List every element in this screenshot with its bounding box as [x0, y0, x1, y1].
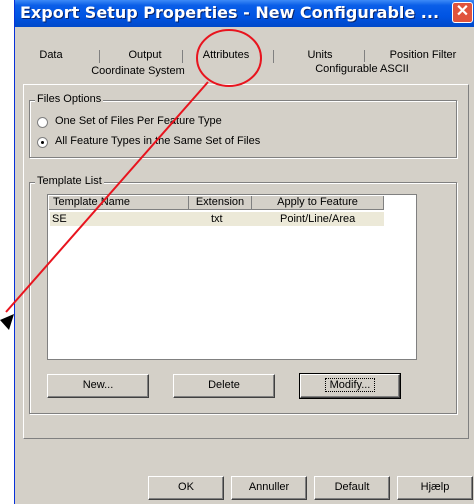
cancel-button-label: Annuller — [248, 481, 290, 493]
tab-attributes[interactable]: Attributes — [191, 48, 261, 64]
tab-label: Data — [39, 49, 63, 61]
modify-button-label: Modify... — [324, 378, 376, 392]
tab-row-2: Coordinate System Configurable ASCII — [15, 62, 474, 80]
delete-button[interactable]: Delete — [173, 374, 275, 398]
cancel-button[interactable]: Annuller — [231, 476, 307, 500]
tab-divider — [99, 50, 100, 63]
tab-data[interactable]: Data — [25, 48, 77, 64]
close-icon: ✕ — [455, 3, 470, 20]
ok-button-label: OK — [178, 481, 194, 493]
ok-button[interactable]: OK — [148, 476, 224, 500]
tab-output[interactable]: Output — [105, 48, 185, 64]
template-list-title: Template List — [35, 175, 104, 187]
radio-all-in-same-set[interactable] — [37, 137, 48, 148]
column-header-template-name[interactable]: Template Name — [49, 196, 189, 210]
tab-configurable-ascii[interactable]: Configurable ASCII — [297, 62, 427, 80]
column-header-extension[interactable]: Extension — [189, 196, 252, 210]
files-options-group — [29, 100, 457, 158]
cell-apply-to-feature: Point/Line/Area — [280, 213, 356, 225]
column-label: Template Name — [53, 196, 131, 208]
cell-extension: txt — [211, 213, 223, 225]
radio-one-set-per-type[interactable] — [37, 117, 48, 128]
tab-label: Configurable ASCII — [315, 63, 409, 75]
tab-label: Attributes — [202, 49, 250, 61]
new-button[interactable]: New... — [47, 374, 149, 398]
tab-label: Units — [307, 49, 333, 61]
close-button[interactable]: ✕ — [452, 2, 473, 23]
default-button-label: Default — [334, 481, 370, 493]
window-title: Export Setup Properties - New Configurab… — [20, 3, 440, 22]
column-header-apply-to-feature[interactable]: Apply to Feature — [252, 196, 384, 210]
cell-template-name: SE — [52, 213, 67, 225]
files-options-title: Files Options — [35, 93, 104, 105]
title-bar[interactable]: Export Setup Properties - New Configurab… — [15, 0, 474, 27]
tab-label: Output — [128, 49, 162, 61]
annotation-arrowhead — [0, 314, 14, 330]
tab-label: Coordinate System — [91, 65, 185, 77]
tab-divider — [273, 50, 274, 63]
template-listview[interactable]: Template Name Extension Apply to Feature… — [47, 194, 417, 360]
default-button[interactable]: Default — [314, 476, 390, 500]
radio-label-all-types[interactable]: All Feature Types in the Same Set of Fil… — [55, 135, 260, 147]
delete-button-label: Delete — [208, 379, 240, 391]
tab-coordinate-system[interactable]: Coordinate System — [73, 64, 203, 80]
help-button[interactable]: Hjælp — [397, 476, 473, 500]
radio-label-one-set[interactable]: One Set of Files Per Feature Type — [55, 115, 222, 127]
dialog-window: Export Setup Properties - New Configurab… — [14, 0, 474, 504]
new-button-label: New... — [82, 379, 114, 391]
help-button-label: Hjælp — [420, 481, 450, 493]
modify-button[interactable]: Modify... — [299, 373, 401, 399]
tab-label: Position Filter — [389, 49, 457, 61]
column-label: Apply to Feature — [277, 196, 358, 208]
tab-divider — [182, 50, 183, 63]
column-label: Extension — [195, 196, 245, 208]
table-row[interactable]: SE txt Point/Line/Area — [50, 212, 384, 226]
